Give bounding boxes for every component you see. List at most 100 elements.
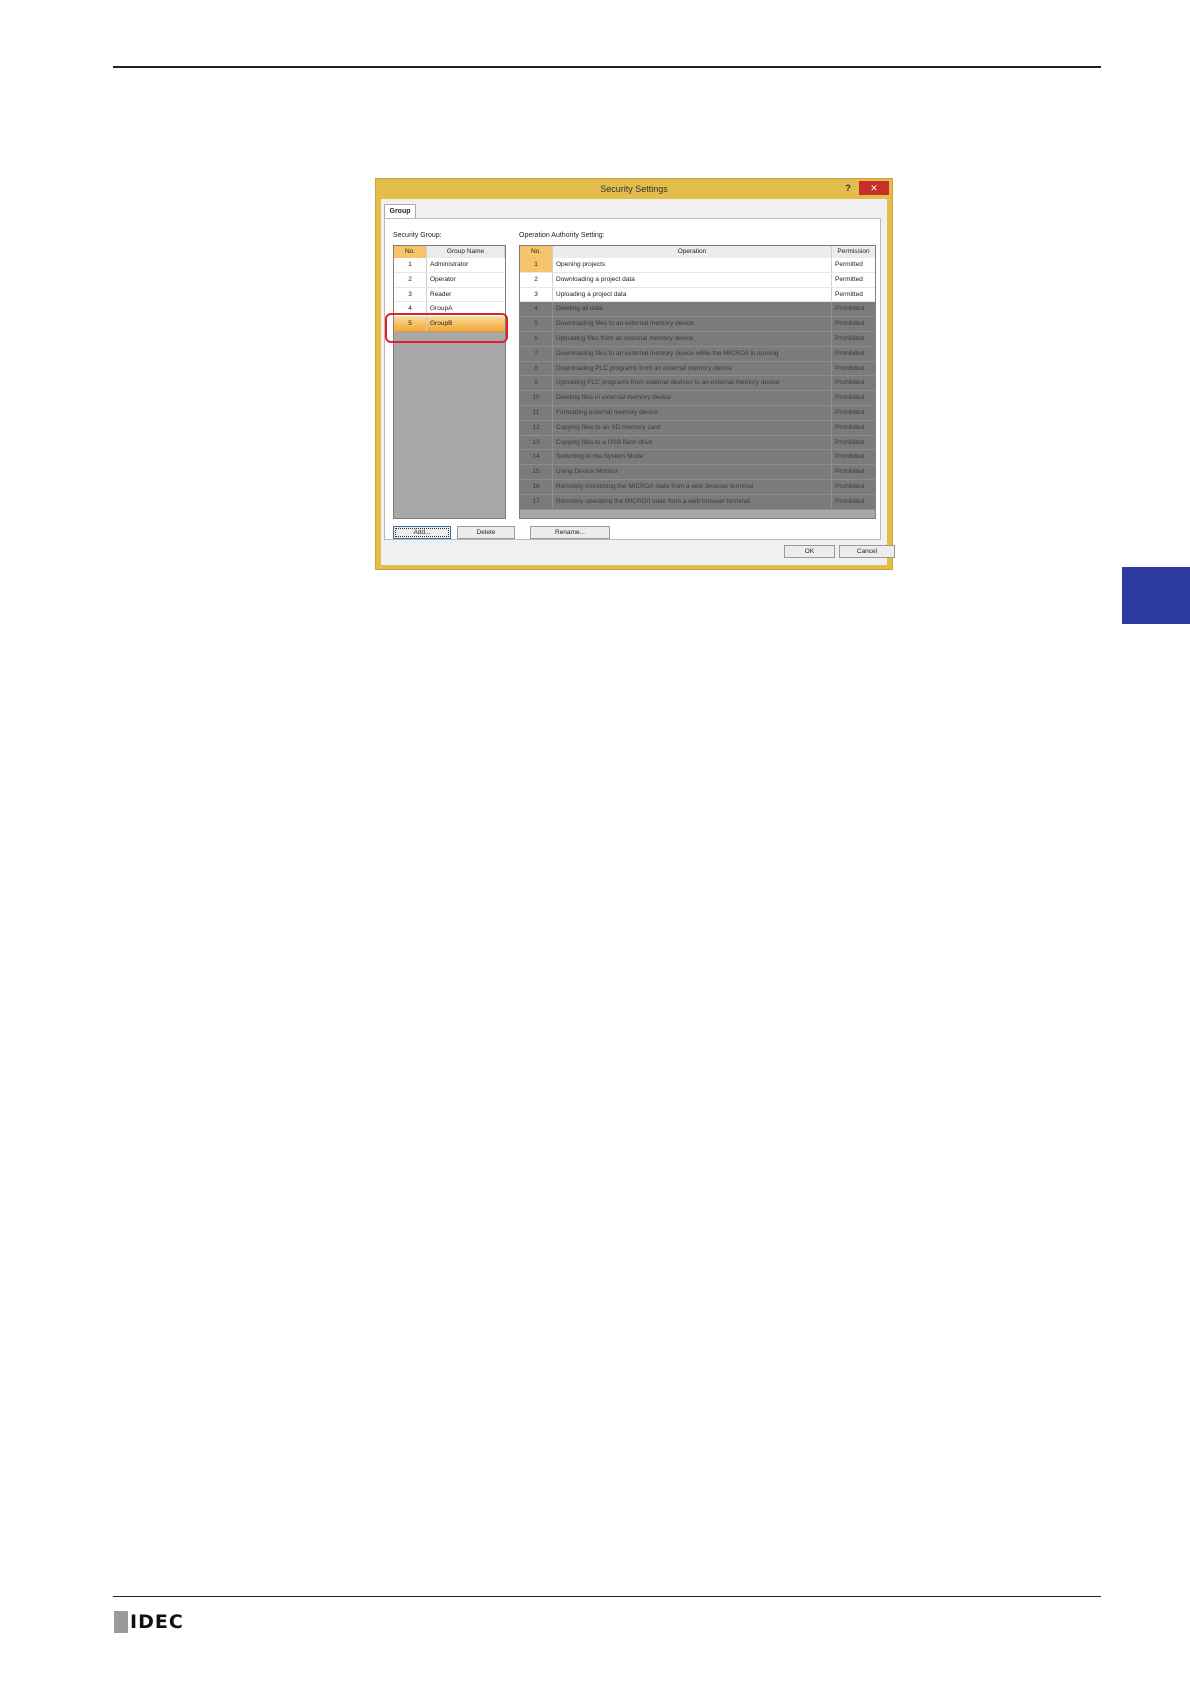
operation-row-text: Uploading files from an external memory … xyxy=(553,332,832,346)
operation-row-text: Copying files to a USB flash drive xyxy=(553,435,832,450)
operation-row[interactable]: 13 Copying files to a USB flash drive Proh… xyxy=(520,435,875,451)
logo-text: IDEC xyxy=(130,1611,184,1633)
operation-row[interactable]: 4 Deleting all data Prohibited xyxy=(520,302,875,318)
operation-row-no: 17 xyxy=(520,494,553,509)
operation-row-no: 7 xyxy=(520,346,553,361)
operation-row-no: 3 xyxy=(520,287,553,302)
operation-row-permission[interactable]: Prohibited xyxy=(832,406,875,420)
operation-row-permission[interactable]: Prohibited xyxy=(832,495,875,509)
operation-row-text: Switching to the System Mode xyxy=(553,450,832,465)
operation-row-no: 2 xyxy=(520,272,553,287)
operation-row[interactable]: 8 Downloading PLC programs from an extern… xyxy=(520,361,875,377)
group-row-no: 3 xyxy=(394,287,427,302)
group-row-name: Reader xyxy=(430,290,452,298)
operation-row[interactable]: 15 Using Device Monitor Prohibited xyxy=(520,465,875,480)
operation-row-no: 12 xyxy=(520,420,553,435)
operation-row-permission[interactable]: Permitted xyxy=(832,288,875,302)
operation-row-text: Uploading a project data xyxy=(553,287,832,302)
header-rule xyxy=(113,66,1101,68)
operation-row-text: Downloading files to an external memory … xyxy=(553,317,832,331)
group-row[interactable]: 2 Operator xyxy=(394,272,505,288)
operation-row-text: Deleting all data xyxy=(553,302,832,317)
operation-row-text: Downloading files to an external memory … xyxy=(553,346,832,361)
group-row-no: 2 xyxy=(394,272,427,287)
delete-button[interactable]: Delete xyxy=(457,526,515,539)
operation-row-permission[interactable]: Prohibited xyxy=(832,376,875,390)
operation-row-text: Opening projects xyxy=(553,258,832,272)
operation-row-no: 11 xyxy=(520,406,553,420)
operation-row-text: Deleting files in external memory device xyxy=(553,391,832,405)
operation-col-permission[interactable]: Permission xyxy=(832,246,875,258)
operation-col-no[interactable]: No. xyxy=(520,246,553,258)
group-row-no: 1 xyxy=(394,258,427,272)
group-row[interactable]: 1 Administrator xyxy=(394,258,505,273)
operation-row-permission[interactable]: Permitted xyxy=(832,258,875,272)
idec-logo: IDEC xyxy=(114,1611,184,1633)
operation-row[interactable]: 7 Downloading files to an external memory… xyxy=(520,346,875,362)
operation-row-permission[interactable]: Prohibited xyxy=(832,465,875,479)
operation-row[interactable]: 6 Uploading files from an external memory… xyxy=(520,332,875,347)
group-tab-panel: Security Group: Operation Authority Sett… xyxy=(384,218,881,540)
operation-authority-label: Operation Authority Setting: xyxy=(519,232,605,239)
operation-row-permission[interactable]: Prohibited xyxy=(832,347,875,361)
operation-authority-table[interactable]: No. Operation Permission 1 Opening projec… xyxy=(519,245,876,519)
operation-row-permission[interactable]: Prohibited xyxy=(832,391,875,405)
operation-row-permission[interactable]: Prohibited xyxy=(832,302,875,316)
rename-button[interactable]: Rename... xyxy=(530,526,610,539)
cancel-button[interactable]: Cancel xyxy=(839,545,895,558)
operation-row-permission[interactable]: Prohibited xyxy=(832,480,875,494)
operation-row-no: 5 xyxy=(520,317,553,331)
operation-row[interactable]: 14 Switching to the System Mode Prohibited xyxy=(520,450,875,466)
dialog-client-area: Group Security Group: Operation Authorit… xyxy=(381,199,895,565)
operation-row-text: Copying files to an SD memory card xyxy=(553,420,832,435)
operation-row[interactable]: 12 Copying files to an SD memory card Proh… xyxy=(520,420,875,436)
operation-row-no: 14 xyxy=(520,450,553,465)
operation-row-no: 8 xyxy=(520,361,553,376)
operation-row-text: Uploading PLC programs from external dev… xyxy=(553,376,832,391)
operation-row[interactable]: 16 Remotely monitoring the MICRO/I state … xyxy=(520,480,875,495)
operation-row-permission[interactable]: Prohibited xyxy=(832,421,875,435)
group-row[interactable]: 3 Reader xyxy=(394,287,505,303)
operation-row-permission[interactable]: Prohibited xyxy=(832,362,875,376)
ok-button[interactable]: OK xyxy=(784,545,835,558)
operation-row-no: 16 xyxy=(520,480,553,494)
operation-row-permission[interactable]: Prohibited xyxy=(832,317,875,331)
operation-row[interactable]: 11 Formatting external memory device Prohi… xyxy=(520,406,875,421)
groupb-highlight-callout xyxy=(385,313,508,343)
operation-row-text: Using Device Monitor xyxy=(553,465,832,479)
group-col-no[interactable]: No. xyxy=(394,246,427,258)
operation-col-operation[interactable]: Operation xyxy=(553,246,832,258)
operation-row-no: 4 xyxy=(520,302,553,317)
group-col-name[interactable]: Group Name xyxy=(427,246,505,258)
dialog-title: Security Settings xyxy=(600,184,668,194)
operation-row-no: 13 xyxy=(520,435,553,450)
operation-row[interactable]: 2 Downloading a project data Permitted xyxy=(520,272,875,288)
operation-row-no: 6 xyxy=(520,332,553,346)
footer-rule xyxy=(113,1596,1101,1597)
operation-row-text: Downloading a project data xyxy=(553,272,832,287)
operation-row-no: 15 xyxy=(520,465,553,479)
operation-row-text: Formatting external memory device xyxy=(553,406,832,420)
add-button[interactable]: Add... xyxy=(393,526,451,539)
operation-row-permission[interactable]: Prohibited xyxy=(832,332,875,346)
operation-row[interactable]: 9 Uploading PLC programs from external de… xyxy=(520,376,875,392)
close-button[interactable]: ✕ xyxy=(859,181,889,195)
operation-row-text: Remotely operating the MICRO/I state fro… xyxy=(553,494,832,509)
operation-row[interactable]: 5 Downloading files to an external memory… xyxy=(520,317,875,332)
operation-row[interactable]: 3 Uploading a project data Permitted xyxy=(520,287,875,303)
security-group-table[interactable]: No. Group Name 1 Administrator 2 Operator 3 R… xyxy=(393,245,506,519)
operation-row[interactable]: 1 Opening projects Permitted xyxy=(520,258,875,273)
operation-row-permission[interactable]: Prohibited xyxy=(832,450,875,464)
help-button[interactable]: ? xyxy=(840,181,856,196)
tab-group[interactable]: Group xyxy=(384,204,416,219)
operation-row-no: 10 xyxy=(520,391,553,405)
operation-row[interactable]: 17 Remotely operating the MICRO/I state f… xyxy=(520,494,875,510)
operation-row-permission[interactable]: Permitted xyxy=(832,273,875,287)
operation-row-no: 1 xyxy=(520,258,553,272)
operation-row-no: 9 xyxy=(520,376,553,391)
operation-row-permission[interactable]: Prohibited xyxy=(832,436,875,450)
group-row-name: Operator xyxy=(430,275,456,283)
chapter-side-tab xyxy=(1122,567,1190,624)
group-row-name: Administrator xyxy=(430,261,469,268)
operation-row[interactable]: 10 Deleting files in external memory devi… xyxy=(520,391,875,406)
